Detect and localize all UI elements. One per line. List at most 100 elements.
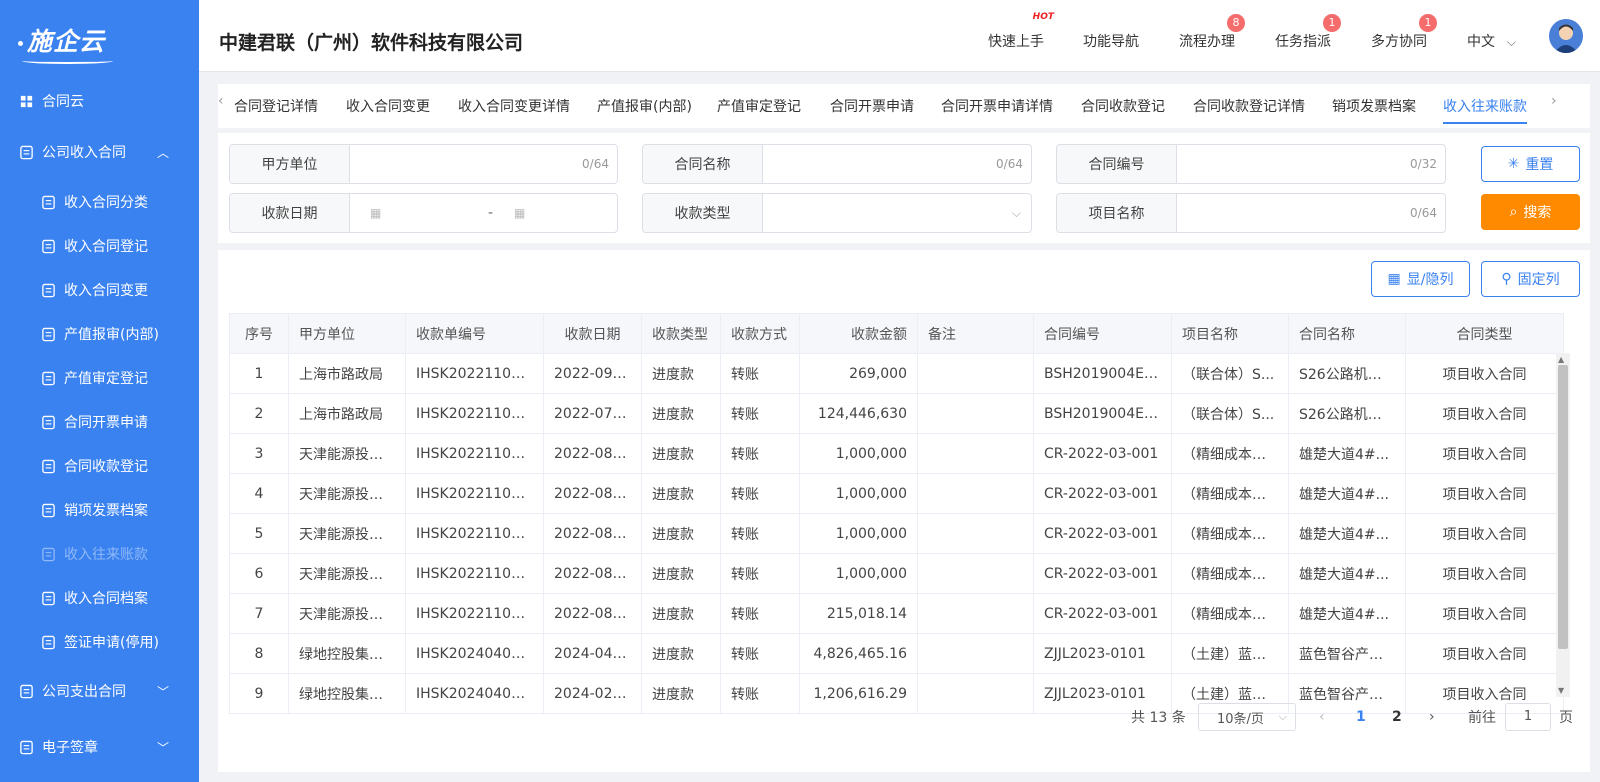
table-cell: 转账 (720, 473, 800, 514)
contract-name-input[interactable]: 0/64 (763, 145, 1031, 183)
table-cell: （精细成本）... (1171, 433, 1289, 474)
header-menu-5[interactable]: 中文 ⌵ (1467, 31, 1516, 51)
tab-active-indicator (1443, 122, 1527, 124)
table-row[interactable]: 5 天津能源投资... IHSK2022110206 2022-08-19 进度款 转账 1… (229, 513, 1564, 554)
sidebar-item-label: 收入合同登记 (64, 239, 148, 255)
receipt-date-range[interactable]: ▦ - ▦ (350, 194, 617, 232)
receipt-type-select[interactable]: ⌵ (763, 194, 1031, 232)
tab-1[interactable]: 收入合同变更 (346, 96, 430, 116)
search-button[interactable]: ⌕ 搜索 (1481, 194, 1580, 230)
tab-9[interactable]: 销项发票档案 (1332, 96, 1416, 116)
toggle-columns-button[interactable]: ▦ 显/隐列 (1371, 261, 1470, 297)
table-cell: 269,000 (799, 353, 918, 394)
table-cell: CR-2022-03-001 (1033, 593, 1172, 634)
party-a-count: 0/64 (582, 157, 609, 171)
goto-page-input[interactable]: 1 (1505, 703, 1551, 731)
table-cell: 绿地控股集团... (288, 633, 406, 674)
table-cell: 4 (229, 473, 289, 514)
tab-next-icon[interactable]: › (1551, 93, 1557, 109)
sidebar-item-10[interactable]: 收入往来账款 (0, 534, 199, 574)
sidebar-item-14[interactable]: 电子签章 ﹀ (0, 727, 199, 767)
sidebar-item-5[interactable]: 产值报审(内部) (0, 314, 199, 354)
tab-prev-icon[interactable]: ‹ (218, 93, 224, 109)
sidebar-item-1[interactable]: 公司收入合同 ︿ (0, 132, 199, 172)
next-page-icon[interactable]: › (1429, 709, 1435, 725)
chevron-down-icon: ﹀ (156, 684, 169, 699)
scrollbar-thumb[interactable] (1558, 365, 1568, 649)
sidebar-item-11[interactable]: 收入合同档案 (0, 578, 199, 618)
sidebar-item-13[interactable]: 公司支出合同 ﹀ (0, 671, 199, 711)
table-row[interactable]: 2 上海市路政局 IHSK2022110204 2022-07-29 进度款 转账 124,… (229, 393, 1564, 434)
sidebar-item-4[interactable]: 收入合同变更 (0, 270, 199, 310)
sidebar-item-12[interactable]: 签证申请(停用) (0, 622, 199, 662)
tab-8[interactable]: 合同收款登记详情 (1193, 96, 1305, 116)
tab-10[interactable]: 收入往来账款 (1443, 96, 1527, 116)
table-cell: 雄楚大道4#... (1288, 473, 1406, 514)
reset-icon: ✳ (1507, 156, 1520, 172)
table-cell: CR-2022-03-001 (1033, 553, 1172, 594)
table-row[interactable]: 4 天津能源投资... IHSK2022110206 2022-08-19 进度款 转账 1… (229, 473, 1564, 514)
contract-name-field: 合同名称 0/64 (642, 144, 1032, 184)
table-row[interactable]: 3 天津能源投资... IHSK2022110206 2022-08-19 进度款 转账 1… (229, 433, 1564, 474)
table-cell: IHSK2024040723 (405, 633, 544, 674)
scroll-up-icon[interactable]: ▲ (1558, 355, 1564, 364)
calendar-start-icon: ▦ (370, 206, 382, 220)
prev-page-icon[interactable]: ‹ (1319, 709, 1325, 725)
table-row[interactable]: 1 上海市路政局 IHSK2022110203 2022-09-30 进度款 转账 269,… (229, 353, 1564, 394)
header-menu-3[interactable]: 任务指派 1 (1275, 14, 1341, 51)
project-name-input[interactable]: 0/64 (1177, 194, 1445, 232)
table-cell: S26公路机电... (1288, 393, 1406, 434)
toggle-columns-label: 显/隐列 (1406, 272, 1454, 288)
header-menu-1[interactable]: 功能导航 (1083, 31, 1139, 51)
notification-badge: 1 (1419, 14, 1437, 32)
header-menu-4[interactable]: 多方协同 1 (1371, 14, 1437, 51)
tab-3[interactable]: 产值报审(内部) (597, 96, 692, 116)
sidebar-item-2[interactable]: 收入合同分类 (0, 182, 199, 222)
avatar[interactable] (1549, 19, 1583, 53)
party-a-input[interactable]: 0/64 (350, 145, 617, 183)
header-menu-2[interactable]: 流程办理 8 (1179, 14, 1245, 51)
table-cell: 项目收入合同 (1405, 633, 1564, 674)
table-row[interactable]: 7 天津能源投资... IHSK2022110206 2022-08-18 进度款 转账 2… (229, 593, 1564, 634)
grid-icon (18, 93, 34, 109)
reset-button[interactable]: ✳ 重置 (1481, 146, 1580, 182)
page-size-select[interactable]: 10条/页 ⌵ (1198, 703, 1296, 731)
chevron-down-icon: ⌵ (1278, 710, 1287, 723)
scroll-down-icon[interactable]: ▼ (1558, 686, 1564, 695)
tab-2[interactable]: 收入合同变更详情 (458, 96, 570, 116)
header-menu-0[interactable]: 快速上手 HOT (988, 12, 1054, 51)
tab-6[interactable]: 合同开票申请详情 (941, 96, 1053, 116)
tab-0[interactable]: 合同登记详情 (234, 96, 318, 116)
contract-no-input[interactable]: 0/32 (1177, 145, 1445, 183)
sidebar-item-9[interactable]: 销项发票档案 (0, 490, 199, 530)
sidebar-item-label: 产值审定登记 (64, 371, 148, 387)
tab-5[interactable]: 合同开票申请 (830, 96, 914, 116)
goto-label: 前往 (1468, 710, 1496, 726)
table-cell: 项目收入合同 (1405, 353, 1564, 394)
table-cell: （联合体）S... (1171, 353, 1289, 394)
tab-7[interactable]: 合同收款登记 (1081, 96, 1165, 116)
sidebar-item-8[interactable]: 合同收款登记 (0, 446, 199, 486)
sidebar-item-7[interactable]: 合同开票申请 (0, 402, 199, 442)
page-1-button[interactable]: 1 (1356, 709, 1366, 725)
page-2-button[interactable]: 2 (1392, 709, 1402, 725)
vertical-scrollbar[interactable]: ▲ ▼ (1556, 353, 1570, 697)
sidebar-item-label: 收入合同档案 (64, 591, 148, 607)
sidebar-item-6[interactable]: 产值审定登记 (0, 358, 199, 398)
table-row[interactable]: 8 绿地控股集团... IHSK2024040723 2024-04-01 进度款 转账 4… (229, 633, 1564, 674)
sidebar-item-label: 合同开票申请 (64, 415, 148, 431)
contract-no-label: 合同编号 (1057, 145, 1177, 183)
sidebar-item-0[interactable]: 合同云 (0, 81, 199, 121)
clipboard-icon (40, 414, 56, 430)
table-cell: IHSK2022110206 (405, 553, 544, 594)
pin-columns-button[interactable]: ⚲ 固定列 (1481, 261, 1580, 297)
document-edit-icon (40, 282, 56, 298)
table-cell: 124,446,630 (799, 393, 918, 434)
sidebar-item-3[interactable]: 收入合同登记 (0, 226, 199, 266)
sidebar-item-label: 合同云 (42, 94, 84, 110)
table-cell: 进度款 (641, 353, 721, 394)
table-row[interactable]: 6 天津能源投资... IHSK2022110206 2022-08-19 进度款 转账 1… (229, 553, 1564, 594)
chevron-down-icon: ﹀ (156, 740, 169, 755)
tab-4[interactable]: 产值审定登记 (717, 96, 801, 116)
table-cell: 转账 (720, 553, 800, 594)
